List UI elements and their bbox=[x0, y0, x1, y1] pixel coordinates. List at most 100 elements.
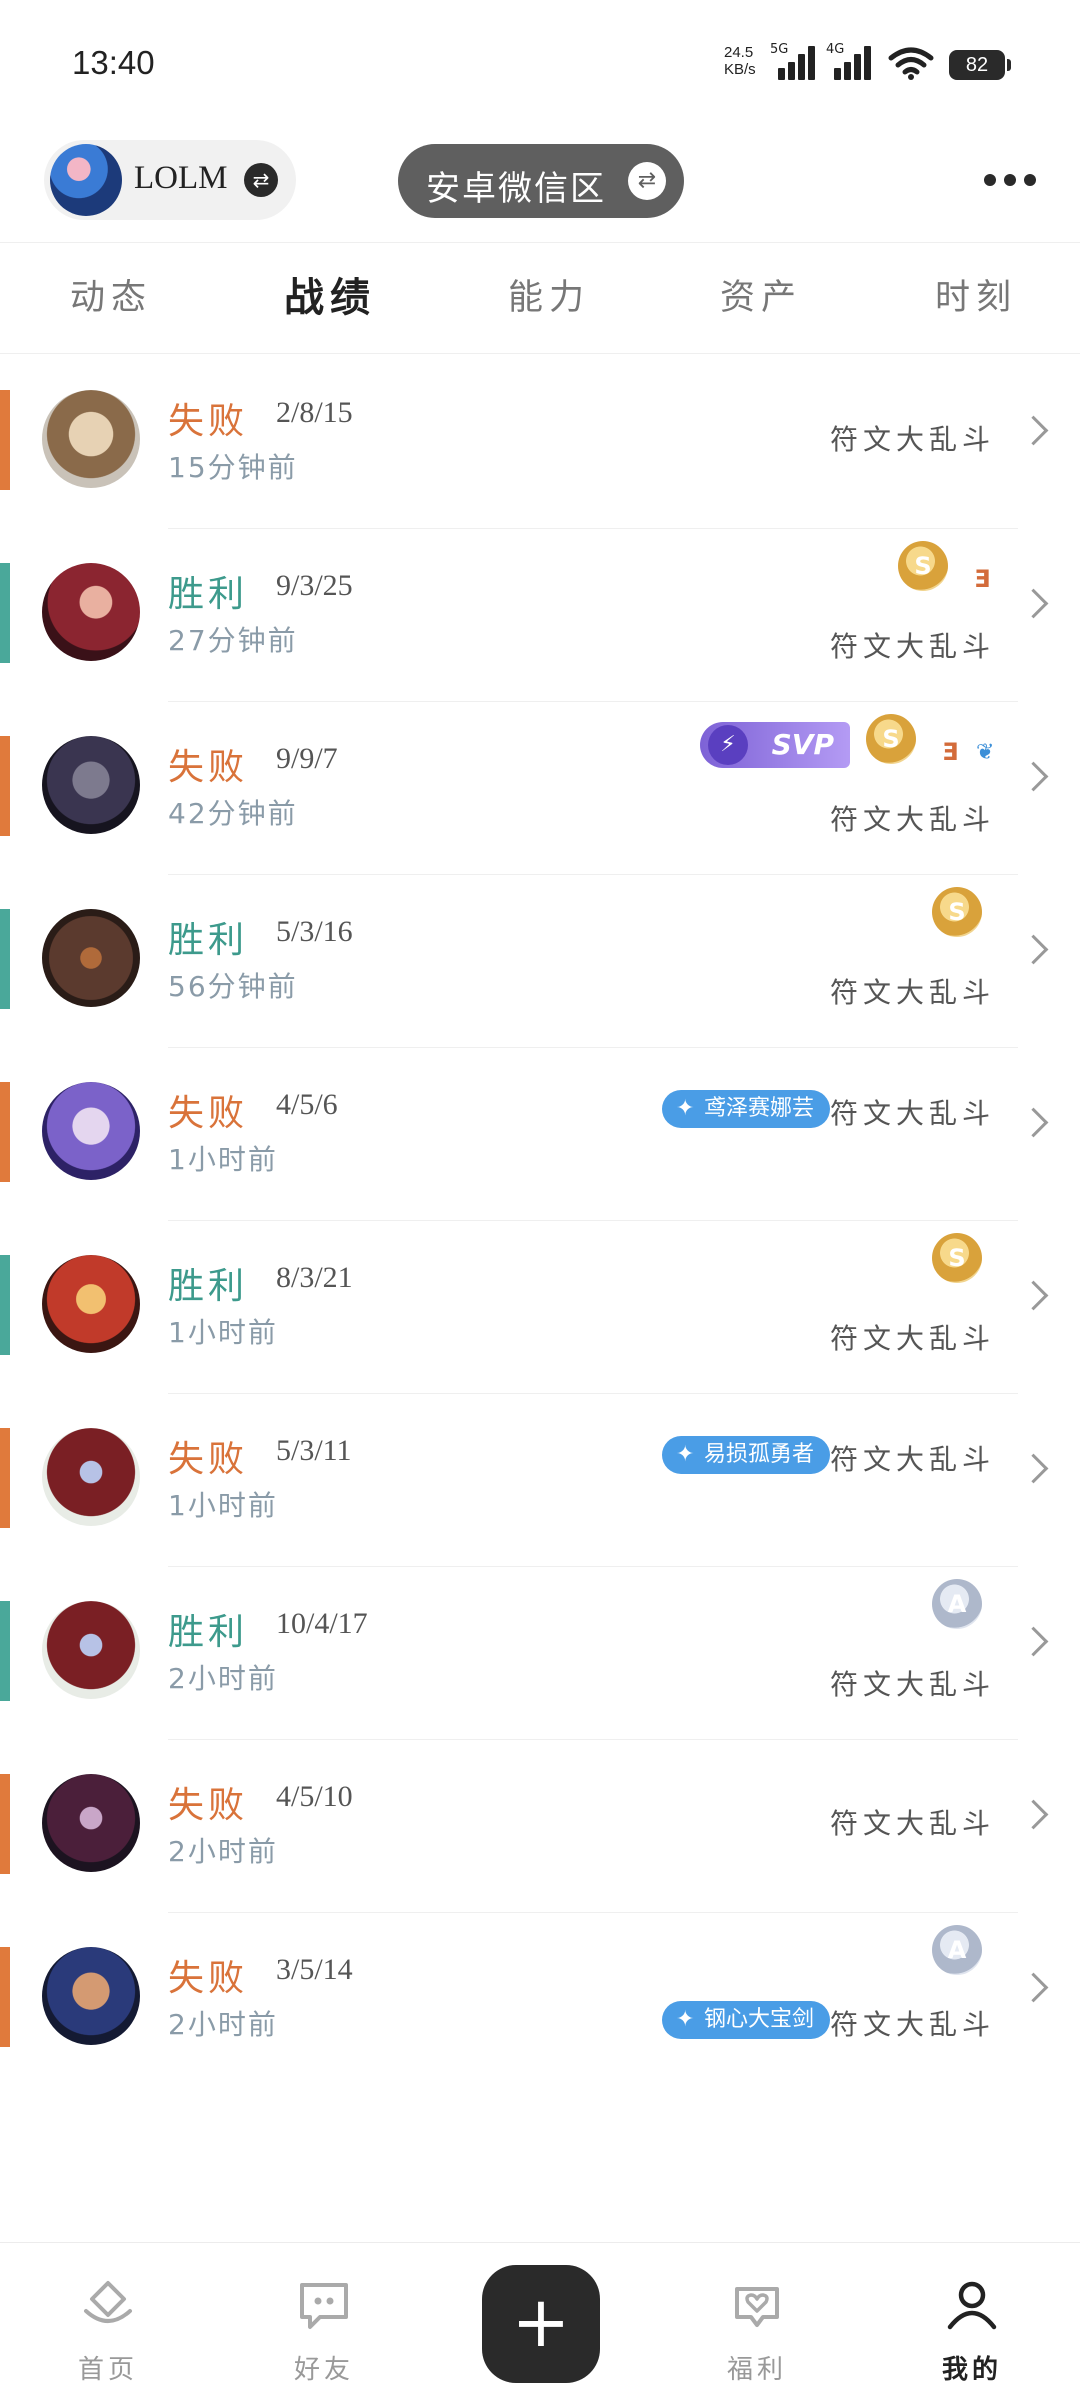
nav-friends-label: 好友 bbox=[293, 2355, 354, 2385]
profile-icon bbox=[947, 2281, 997, 2330]
match-result: 失败 bbox=[168, 401, 249, 442]
match-result: 失败 bbox=[168, 747, 249, 788]
wifi-icon bbox=[888, 47, 934, 80]
result-bar bbox=[0, 1774, 10, 1874]
account-name: LOLM bbox=[134, 160, 228, 196]
title-tag: 鸢泽赛娜芸 bbox=[662, 1090, 831, 1128]
champion-avatar bbox=[42, 390, 140, 488]
network-speed-value: 24.5 bbox=[724, 44, 754, 61]
add-button[interactable]: + bbox=[482, 2265, 600, 2383]
match-mode: 符文大乱斗 bbox=[829, 1668, 995, 1701]
chevron-right-icon bbox=[1018, 415, 1049, 446]
match-row[interactable]: 失败 5/3/11 1小时前 易损孤勇者 符文大乱斗 bbox=[0, 1394, 1080, 1567]
match-kda: 9/9/7 bbox=[276, 742, 338, 775]
match-row[interactable]: 失败 3/5/14 2小时前 A 钢心大宝剑 符文大乱斗 bbox=[0, 1913, 1080, 2086]
match-result: 胜利 bbox=[168, 1612, 249, 1653]
tab-bar: 动态 战绩 能力 资产 时刻 bbox=[0, 242, 1080, 354]
network-speed: 24.5 KB/s bbox=[724, 44, 756, 78]
nav-welfare-label: 福利 bbox=[726, 2355, 787, 2385]
match-time: 2小时前 bbox=[168, 1662, 278, 1695]
match-row[interactable]: 胜利 8/3/21 1小时前 S 符文大乱斗 bbox=[0, 1221, 1080, 1394]
avatar bbox=[50, 144, 122, 216]
nav-profile-label: 我的 bbox=[941, 2355, 1002, 2385]
chevron-right-icon bbox=[1018, 1453, 1049, 1484]
match-mode: 符文大乱斗 bbox=[829, 1807, 995, 1840]
match-result: 胜利 bbox=[168, 1266, 249, 1307]
chevron-right-icon bbox=[1018, 1626, 1049, 1657]
match-row[interactable]: 胜利 10/4/17 2小时前 A 符文大乱斗 bbox=[0, 1567, 1080, 1740]
match-mode: 符文大乱斗 bbox=[829, 423, 995, 456]
match-row[interactable]: 失败 4/5/10 2小时前 符文大乱斗 bbox=[0, 1740, 1080, 1913]
champion-avatar bbox=[42, 1774, 140, 1872]
match-row[interactable]: 胜利 5/3/16 56分钟前 S 符文大乱斗 bbox=[0, 875, 1080, 1048]
match-mode: 符文大乱斗 bbox=[829, 2008, 995, 2041]
nav-profile[interactable]: 我的 bbox=[912, 2243, 1032, 2404]
tab-moments[interactable]: 时刻 bbox=[935, 269, 1017, 320]
champion-avatar bbox=[42, 1601, 140, 1699]
a-medal-icon: A bbox=[932, 1925, 982, 1975]
signal-5g-icon: 5G bbox=[770, 42, 818, 80]
match-kda: 2/8/15 bbox=[276, 396, 353, 429]
tab-ability[interactable]: 能力 bbox=[508, 269, 590, 320]
match-result: 胜利 bbox=[168, 574, 249, 615]
home-icon bbox=[84, 2281, 132, 2323]
battery-icon: 82 bbox=[949, 50, 1011, 80]
server-label: 安卓微信区 bbox=[426, 169, 606, 209]
match-time: 27分钟前 bbox=[168, 624, 298, 657]
nav-home[interactable]: 首页 bbox=[48, 2243, 168, 2404]
tab-assets[interactable]: 资产 bbox=[720, 269, 802, 320]
match-time: 15分钟前 bbox=[168, 451, 298, 484]
result-bar bbox=[0, 390, 10, 490]
s-medal-icon: S bbox=[932, 887, 982, 937]
chevron-right-icon bbox=[1018, 1107, 1049, 1138]
signal-4g-icon: 4G bbox=[826, 42, 874, 80]
match-row[interactable]: 失败 2/8/15 15分钟前 符文大乱斗 bbox=[0, 356, 1080, 529]
s-medal-icon: S bbox=[898, 541, 948, 591]
match-kda: 5/3/11 bbox=[276, 1434, 352, 1467]
match-time: 1小时前 bbox=[168, 1316, 278, 1349]
nav-friends[interactable]: 好友 bbox=[264, 2243, 384, 2404]
match-row[interactable]: 失败 9/9/7 42分钟前 SVP S Ǝ ❦ 符文大乱斗 bbox=[0, 702, 1080, 875]
match-time: 1小时前 bbox=[168, 1489, 278, 1522]
match-list: 失败 2/8/15 15分钟前 符文大乱斗 胜利 9/3/25 27分钟前 S … bbox=[0, 356, 1080, 2086]
result-bar bbox=[0, 1947, 10, 2047]
status-bar: 13:40 24.5 KB/s 5G 4G 82 bbox=[0, 0, 1080, 130]
result-bar bbox=[0, 1601, 10, 1701]
chevron-right-icon bbox=[1018, 1280, 1049, 1311]
result-bar bbox=[0, 1255, 10, 1355]
network-speed-unit: KB/s bbox=[724, 61, 756, 78]
title-tag: 易损孤勇者 bbox=[662, 1436, 831, 1474]
account-switcher[interactable]: LOLM ⇄ bbox=[44, 140, 296, 220]
match-result: 失败 bbox=[168, 1958, 249, 1999]
match-kda: 4/5/6 bbox=[276, 1088, 338, 1121]
achievement-badge-icon: Ǝ bbox=[974, 565, 991, 593]
chevron-right-icon bbox=[1018, 1799, 1049, 1830]
match-time: 42分钟前 bbox=[168, 797, 298, 830]
champion-avatar bbox=[42, 1082, 140, 1180]
bottom-nav: 首页 好友 + 福利 我的 bbox=[0, 2242, 1080, 2404]
nav-home-label: 首页 bbox=[77, 2355, 138, 2385]
match-row[interactable]: 失败 4/5/6 1小时前 鸢泽赛娜芸 符文大乱斗 bbox=[0, 1048, 1080, 1221]
match-kda: 5/3/16 bbox=[276, 915, 353, 948]
match-kda: 9/3/25 bbox=[276, 569, 353, 602]
match-mode: 符文大乱斗 bbox=[829, 630, 995, 663]
champion-avatar bbox=[42, 909, 140, 1007]
swap-icon: ⇄ bbox=[628, 162, 666, 200]
match-mode: 符文大乱斗 bbox=[829, 1097, 995, 1130]
more-options-icon[interactable] bbox=[980, 174, 1040, 188]
top-header: LOLM ⇄ 安卓微信区 ⇄ bbox=[0, 140, 1080, 240]
svp-badge-icon: SVP bbox=[700, 722, 850, 768]
result-bar bbox=[0, 736, 10, 836]
tab-activity[interactable]: 动态 bbox=[70, 269, 152, 320]
achievement-badge-icon: Ǝ bbox=[942, 738, 959, 766]
server-switcher[interactable]: 安卓微信区 ⇄ bbox=[398, 144, 684, 218]
nav-welfare[interactable]: 福利 bbox=[697, 2243, 817, 2404]
chevron-right-icon bbox=[1018, 1972, 1049, 2003]
champion-avatar bbox=[42, 1947, 140, 2045]
result-bar bbox=[0, 909, 10, 1009]
match-mode: 符文大乱斗 bbox=[829, 1322, 995, 1355]
tab-record[interactable]: 战绩 bbox=[284, 265, 376, 323]
match-row[interactable]: 胜利 9/3/25 27分钟前 S Ǝ 符文大乱斗 bbox=[0, 529, 1080, 702]
match-mode: 符文大乱斗 bbox=[829, 803, 995, 836]
match-kda: 4/5/10 bbox=[276, 1780, 353, 1813]
